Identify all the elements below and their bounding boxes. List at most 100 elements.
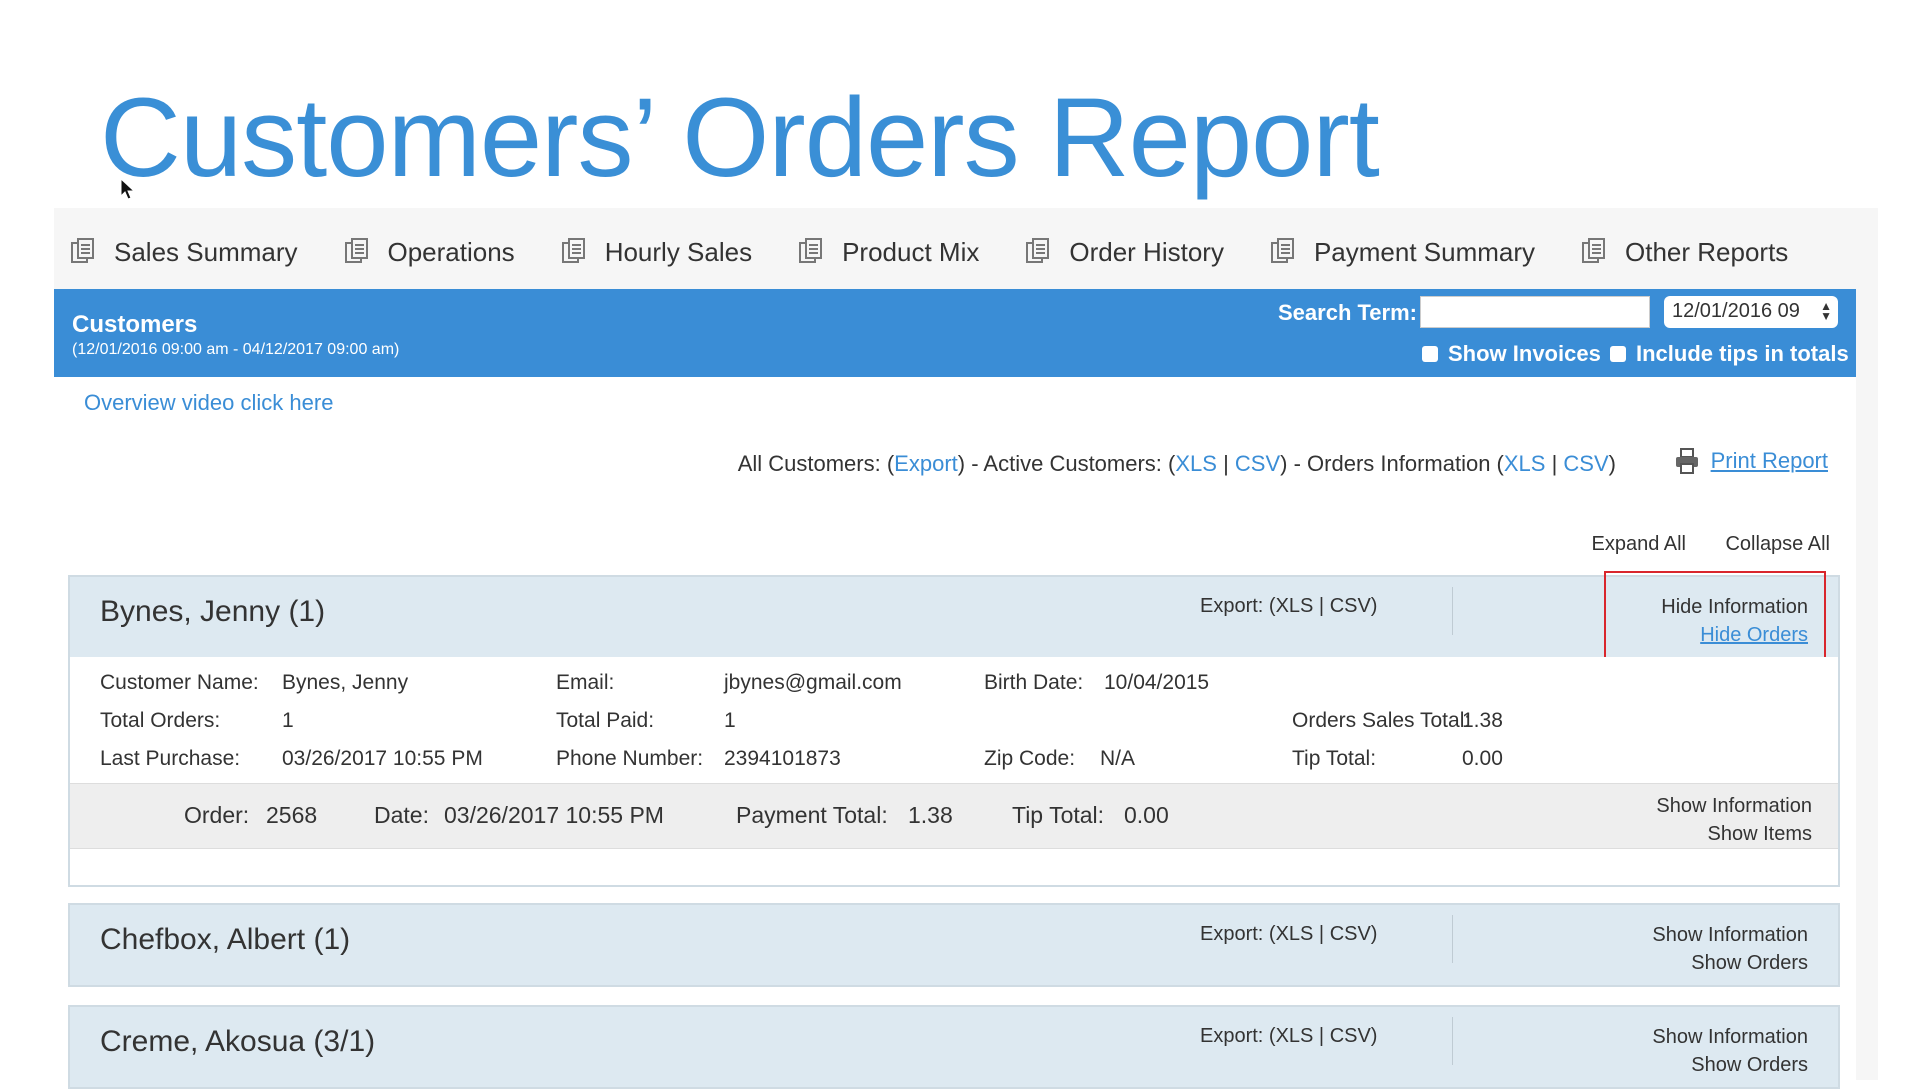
separator: | (1216, 451, 1235, 476)
order-row: Order: 2568 Date: 03/26/2017 10:55 PM Pa… (70, 783, 1838, 848)
hide-information-link[interactable]: Hide Information (1661, 593, 1808, 621)
orders-xls-link[interactable]: XLS (1504, 451, 1546, 476)
sales-total-value: 1.38 (1462, 709, 1503, 732)
email-value: jbynes@gmail.com (724, 671, 902, 694)
customer-name: Creme, Akosua (3/1) (100, 1025, 376, 1058)
total-orders-value: 1 (282, 709, 294, 732)
birth-date-label: Birth Date: (984, 671, 1084, 694)
document-icon (799, 238, 823, 263)
customer-name-value: Bynes, Jenny (282, 671, 409, 694)
separator: | (1545, 451, 1564, 476)
total-paid-label: Total Paid: (556, 709, 655, 732)
tip-total-value: 0.00 (1462, 747, 1503, 770)
customer-name-label: Customer Name: (100, 671, 259, 694)
payment-total-label: Payment Total: (736, 802, 888, 828)
phone-label: Phone Number: (556, 747, 704, 770)
order-tip-label: Tip Total: (1012, 802, 1105, 828)
document-icon (71, 238, 94, 263)
order-number: 2568 (266, 802, 318, 828)
tab-order-history[interactable]: Order History (1023, 237, 1224, 268)
show-items-link[interactable]: Show Items (1656, 820, 1812, 848)
orders-info-label: ) - Orders Information ( (1280, 451, 1504, 476)
order-date-label: Date: (374, 802, 429, 828)
tab-label: Product Mix (842, 236, 980, 267)
tab-operations[interactable]: Operations (342, 237, 515, 268)
tab-sales-summary[interactable]: Sales Summary (68, 237, 298, 268)
print-report-link[interactable]: Print Report (1711, 448, 1828, 474)
tip-total-label: Tip Total: (1292, 747, 1377, 770)
customer-details: Customer Name: Bynes, Jenny Email: jbyne… (70, 657, 1838, 783)
include-tips-checkbox[interactable]: Include tips in totals (1610, 341, 1849, 367)
payment-total-value: 1.38 (908, 802, 953, 828)
mouse-cursor-icon (120, 178, 136, 200)
show-information-link[interactable]: Show Information (1656, 792, 1812, 820)
date-select[interactable]: 12/01/2016 09 ▲ ▼ (1664, 296, 1838, 328)
document-icon (1582, 238, 1606, 263)
order-actions: Show Information Show Items (1656, 792, 1812, 848)
customer-header: Creme, Akosua (3/1) Export: (XLS | CSV) … (70, 1007, 1838, 1087)
divider (1452, 915, 1453, 963)
divider (1452, 1017, 1453, 1065)
customer-actions: Show Information Show Orders (1652, 1023, 1808, 1079)
tab-label: Operations (387, 236, 515, 267)
customer-block: Bynes, Jenny (1) Export: (XLS | CSV) Hid… (68, 571, 1840, 887)
order-tip-value: 0.00 (1124, 802, 1169, 828)
total-paid-value: 1 (724, 709, 736, 732)
customer-export-links[interactable]: Export: (XLS | CSV) (1200, 923, 1377, 946)
orders-csv-link[interactable]: CSV (1563, 451, 1608, 476)
slide-title: Customers’ Orders Report (100, 75, 1380, 200)
hide-orders-link[interactable]: Hide Orders (1661, 621, 1808, 649)
all-customers-label: All Customers: ( (737, 451, 895, 476)
show-orders-link[interactable]: Show Orders (1652, 1051, 1808, 1079)
show-information-link[interactable]: Show Information (1652, 921, 1808, 949)
show-invoices-checkbox[interactable]: Show Invoices (1422, 341, 1601, 367)
expand-all-link[interactable]: Expand All (1591, 533, 1686, 556)
overview-video-link[interactable]: Overview video click here (84, 390, 333, 416)
total-orders-label: Total Orders: (100, 709, 221, 732)
search-input[interactable] (1420, 296, 1650, 328)
report-content: Overview video click here All Customers:… (54, 377, 1856, 1089)
customer-block: Chefbox, Albert (1) Export: (XLS | CSV) … (68, 903, 1840, 987)
order-items-placeholder (70, 848, 1838, 885)
tab-label: Payment Summary (1313, 236, 1536, 267)
tab-product-mix[interactable]: Product Mix (796, 237, 979, 268)
phone-value: 2394101873 (724, 747, 841, 770)
customer-name: Chefbox, Albert (1) (100, 923, 351, 956)
tab-label: Order History (1069, 236, 1224, 267)
checkbox-box[interactable] (1610, 346, 1626, 362)
customer-header: Bynes, Jenny (1) Export: (XLS | CSV) Hid… (70, 571, 1838, 659)
tab-label: Hourly Sales (604, 236, 753, 267)
birth-date-value: 10/04/2015 (1104, 671, 1210, 694)
email-label: Email: (556, 671, 615, 694)
tab-label: Other Reports (1625, 236, 1789, 267)
order-label: Order: (184, 802, 250, 828)
date-range: (12/01/2016 09:00 am - 04/12/2017 09:00 … (72, 341, 400, 358)
show-orders-link[interactable]: Show Orders (1652, 949, 1808, 977)
tab-hourly-sales[interactable]: Hourly Sales (559, 237, 752, 268)
checkbox-label: Show Invoices (1448, 341, 1601, 366)
print-report[interactable]: Print Report (1673, 447, 1828, 475)
customer-export-links[interactable]: Export: (XLS | CSV) (1200, 1025, 1377, 1048)
last-purchase-value: 03/26/2017 10:55 PM (282, 747, 483, 770)
divider (1452, 587, 1453, 635)
collapse-all-link[interactable]: Collapse All (1725, 533, 1830, 556)
printer-icon (1675, 448, 1698, 474)
customer-block: Creme, Akosua (3/1) Export: (XLS | CSV) … (68, 1005, 1840, 1089)
customer-export-links[interactable]: Export: (XLS | CSV) (1200, 595, 1377, 618)
tab-payment-summary[interactable]: Payment Summary (1268, 237, 1535, 268)
export-links: All Customers: (Export) - Active Custome… (738, 451, 1616, 477)
active-csv-link[interactable]: CSV (1235, 451, 1280, 476)
zip-value: N/A (1100, 747, 1136, 770)
customers-header-bar: Customers (12/01/2016 09:00 am - 04/12/2… (54, 289, 1856, 377)
checkbox-label: Include tips in totals (1636, 341, 1849, 366)
customer-header: Chefbox, Albert (1) Export: (XLS | CSV) … (70, 905, 1838, 985)
active-xls-link[interactable]: XLS (1175, 451, 1217, 476)
customer-actions: Show Information Show Orders (1652, 921, 1808, 977)
show-information-link[interactable]: Show Information (1652, 1023, 1808, 1051)
export-all-link[interactable]: Export (894, 451, 958, 476)
customer-name: Bynes, Jenny (1) (100, 595, 326, 628)
search-label: Search Term: (1278, 300, 1417, 325)
checkbox-box[interactable] (1422, 346, 1438, 362)
customer-actions: Hide Information Hide Orders (1661, 593, 1808, 649)
tab-other-reports[interactable]: Other Reports (1579, 237, 1788, 268)
